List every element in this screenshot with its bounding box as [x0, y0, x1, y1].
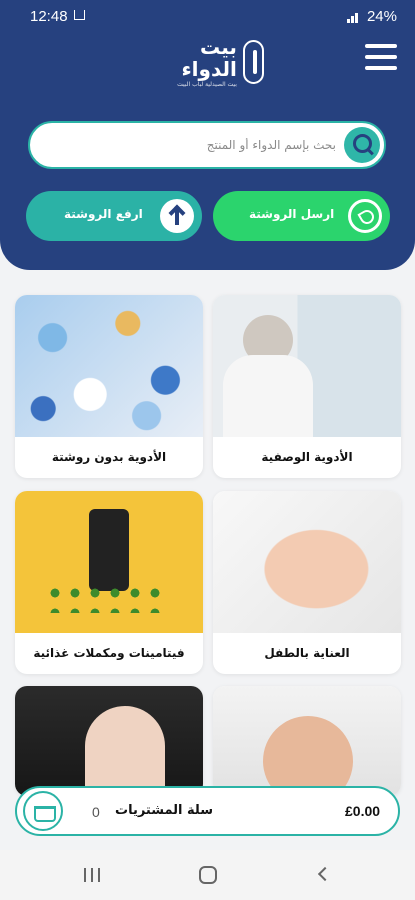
- home-icon[interactable]: [199, 866, 217, 884]
- category-image: [213, 686, 401, 796]
- back-icon[interactable]: [317, 866, 333, 882]
- logo-title: بيت الدواء: [181, 34, 237, 81]
- category-image: [15, 686, 203, 796]
- upload-prescription-label: ارفع الروشتة: [64, 207, 143, 221]
- category-title: الأدوية بدون روشتة: [51, 450, 167, 464]
- cart-count: 0: [92, 804, 100, 820]
- upload-prescription-button[interactable]: ارفع الروشتة: [26, 191, 202, 241]
- send-prescription-label: ارسل الروشتة: [249, 207, 335, 221]
- upload-arrow-icon: [160, 199, 194, 233]
- category-image: [213, 491, 401, 633]
- category-card-otc[interactable]: الأدوية بدون روشتة: [15, 295, 203, 478]
- basket-icon: [23, 791, 63, 831]
- app-logo: بيت الدواء بيت الصيدلية لباب البيت: [152, 34, 264, 88]
- category-card-vitamins[interactable]: فيتامينات ومكملات غذائية: [15, 491, 203, 674]
- category-card-hair-care[interactable]: [15, 686, 203, 796]
- hamburger-menu-icon[interactable]: [365, 44, 397, 74]
- cart-total: £0.00: [345, 803, 381, 819]
- system-nav-bar: [0, 850, 415, 900]
- status-bar: 12:48 24%: [0, 0, 415, 32]
- status-time: 12:48: [30, 8, 68, 25]
- cart-label: سلة المشتريات: [115, 803, 214, 818]
- category-image: [213, 295, 401, 437]
- app-header: 12:48 24% بيت الدواء بيت الصيدلية لباب ا…: [0, 0, 415, 270]
- whatsapp-icon: [348, 199, 382, 233]
- search-input[interactable]: [46, 123, 346, 167]
- battery-text: 24%: [366, 8, 397, 25]
- logo-mark-icon: [242, 40, 264, 84]
- category-title: العناية بالطفل: [264, 646, 350, 660]
- category-image: [15, 295, 203, 437]
- category-title: الأدوية الوصفية: [261, 450, 353, 464]
- send-prescription-button[interactable]: ارسل الروشتة: [213, 191, 390, 241]
- logo-subtitle: بيت الصيدلية لباب البيت: [177, 80, 237, 88]
- category-title: فيتامينات ومكملات غذائية: [33, 646, 185, 660]
- search-bar: [28, 121, 386, 169]
- category-card-prescription[interactable]: الأدوية الوصفية: [213, 295, 401, 478]
- search-icon[interactable]: [344, 127, 380, 163]
- cart-bar[interactable]: 0 سلة المشتريات £0.00: [15, 786, 400, 836]
- category-card-baby-care[interactable]: العناية بالطفل: [213, 491, 401, 674]
- category-image: [15, 491, 203, 633]
- recent-apps-icon[interactable]: [84, 868, 100, 882]
- category-card-skin-care[interactable]: [213, 686, 401, 796]
- signal-icon: [346, 11, 361, 23]
- status-right: 24%: [346, 8, 397, 25]
- home-status-icon: [74, 10, 85, 20]
